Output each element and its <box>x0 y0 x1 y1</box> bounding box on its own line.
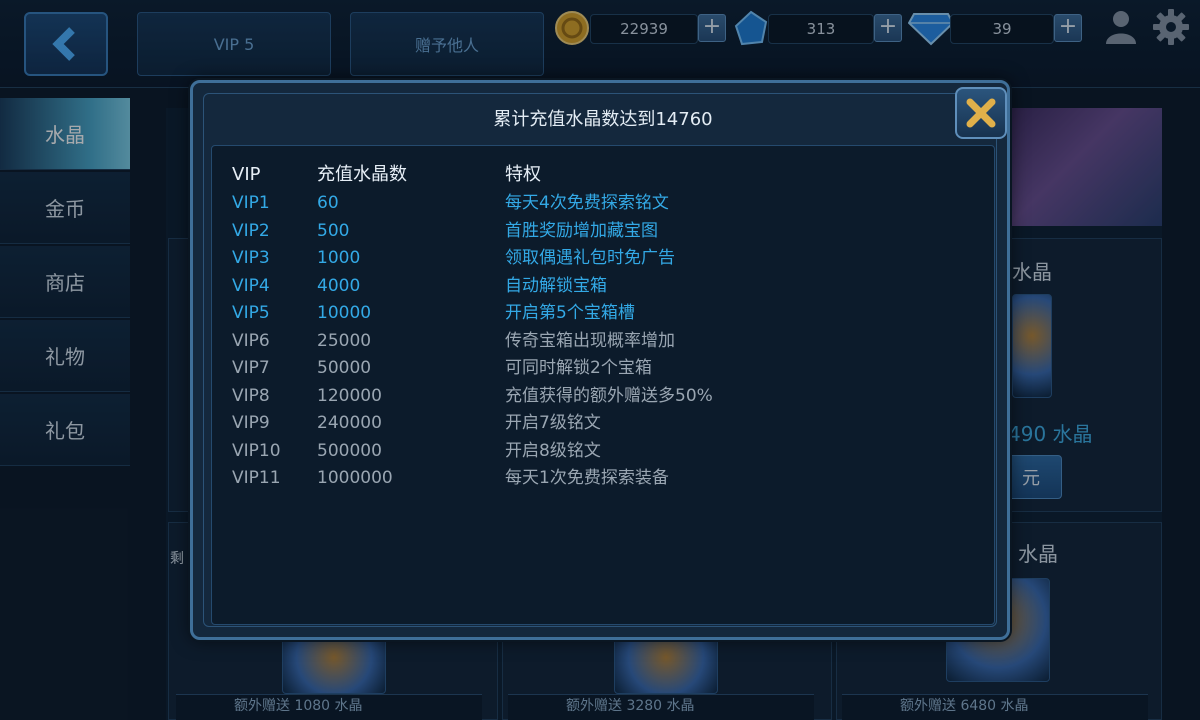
row-vip-level: VIP9 <box>232 413 270 433</box>
table-row: VIP6 25000 传奇宝箱出现概率增加 <box>232 328 972 354</box>
row-privilege: 充值获得的额外赠送多50% <box>505 385 713 406</box>
row-privilege: 开启第5个宝箱槽 <box>505 303 635 323</box>
row-amount: 60 <box>317 193 339 213</box>
row-vip-level: VIP1 <box>232 193 270 213</box>
row-vip-level: VIP6 <box>232 330 270 351</box>
header-privilege: 特权 <box>505 164 541 185</box>
table-row: VIP4 4000 自动解锁宝箱 <box>232 273 972 299</box>
row-vip-level: VIP2 <box>232 220 270 241</box>
close-x-icon <box>966 98 996 128</box>
row-amount: 120000 <box>317 385 382 406</box>
row-privilege: 每天1次免费探索装备 <box>505 468 669 488</box>
header-vip: VIP <box>232 164 261 185</box>
table-row: VIP3 1000 领取偶遇礼包时免广告 <box>232 245 972 271</box>
row-amount: 500000 <box>317 440 382 461</box>
table-row: VIP7 50000 可同时解锁2个宝箱 <box>232 355 972 381</box>
row-vip-level: VIP5 <box>232 303 270 323</box>
row-privilege: 开启7级铭文 <box>505 413 601 433</box>
row-amount: 240000 <box>317 413 382 433</box>
row-vip-level: VIP10 <box>232 440 281 461</box>
table-row: VIP5 10000 开启第5个宝箱槽 <box>232 300 972 326</box>
row-amount: 10000 <box>317 303 372 323</box>
row-privilege: 可同时解锁2个宝箱 <box>505 358 652 378</box>
row-vip-level: VIP4 <box>232 275 270 296</box>
row-privilege: 首胜奖励增加藏宝图 <box>505 220 658 241</box>
row-vip-level: VIP8 <box>232 385 270 406</box>
row-privilege: 自动解锁宝箱 <box>505 275 607 296</box>
row-privilege: 每天4次免费探索铭文 <box>505 193 669 213</box>
row-privilege: 传奇宝箱出现概率增加 <box>505 330 675 351</box>
row-privilege: 开启8级铭文 <box>505 440 601 461</box>
table-row: VIP11 1000000 每天1次免费探索装备 <box>232 465 972 491</box>
header-amount: 充值水晶数 <box>317 164 407 185</box>
row-amount: 1000 <box>317 248 361 268</box>
row-amount: 50000 <box>317 358 372 378</box>
table-row: VIP2 500 首胜奖励增加藏宝图 <box>232 218 972 244</box>
vip-table: VIP 充值水晶数 特权 VIP1 60 每天4次免费探索铭文 VIP2 500… <box>211 145 995 625</box>
row-amount: 500 <box>317 220 350 241</box>
row-vip-level: VIP3 <box>232 248 270 268</box>
table-row: VIP1 60 每天4次免费探索铭文 <box>232 190 972 216</box>
row-vip-level: VIP7 <box>232 358 270 378</box>
row-amount: 25000 <box>317 330 372 351</box>
table-row: VIP9 240000 开启7级铭文 <box>232 410 972 436</box>
table-header: VIP 充值水晶数 特权 <box>232 162 972 188</box>
row-amount: 4000 <box>317 275 361 296</box>
row-amount: 1000000 <box>317 468 393 488</box>
row-vip-level: VIP11 <box>232 468 281 488</box>
vip-privileges-dialog: 累计充值水晶数达到14760 VIP 充值水晶数 特权 VIP1 60 每天4次… <box>190 80 1010 640</box>
row-privilege: 领取偶遇礼包时免广告 <box>505 248 675 268</box>
dialog-title: 累计充值水晶数达到14760 <box>493 109 713 130</box>
table-row: VIP10 500000 开启8级铭文 <box>232 438 972 464</box>
close-button[interactable] <box>955 87 1007 139</box>
table-row: VIP8 120000 充值获得的额外赠送多50% <box>232 383 972 409</box>
